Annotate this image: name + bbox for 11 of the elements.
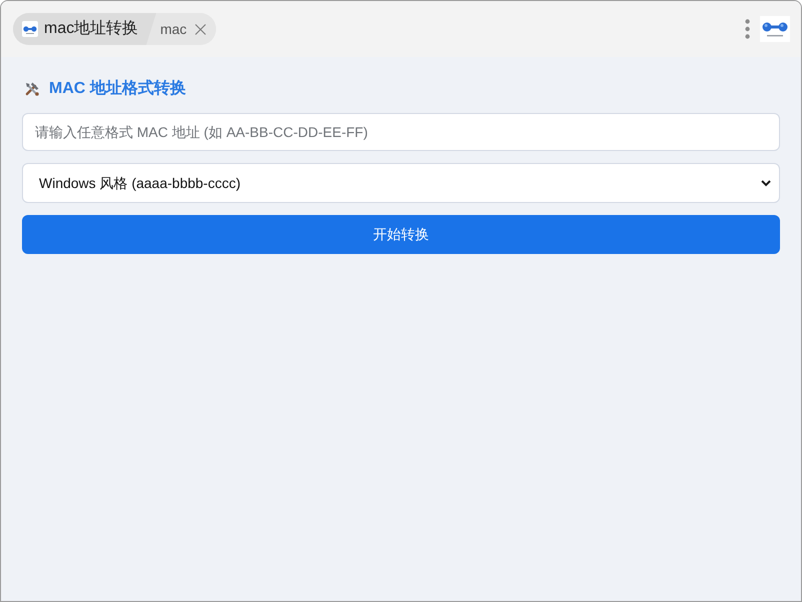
tab[interactable]: mac地址转换 [13,13,156,45]
chevron-down-icon [761,180,771,186]
format-select[interactable]: Windows 风格 (aaaa-bbbb-cccc) [22,163,780,203]
dumbbell-logo-icon [760,16,790,42]
convert-button[interactable]: 开始转换 [22,215,780,254]
more-menu-icon[interactable] [745,19,750,39]
mac-address-input[interactable]: 请输入任意格式 MAC 地址 (如 AA-BB-CC-DD-EE-FF) [22,113,780,151]
page-heading: MAC 地址格式转换 [49,78,186,99]
close-icon[interactable] [194,24,206,34]
dumbbell-icon [22,21,38,37]
tools-icon [24,81,40,97]
